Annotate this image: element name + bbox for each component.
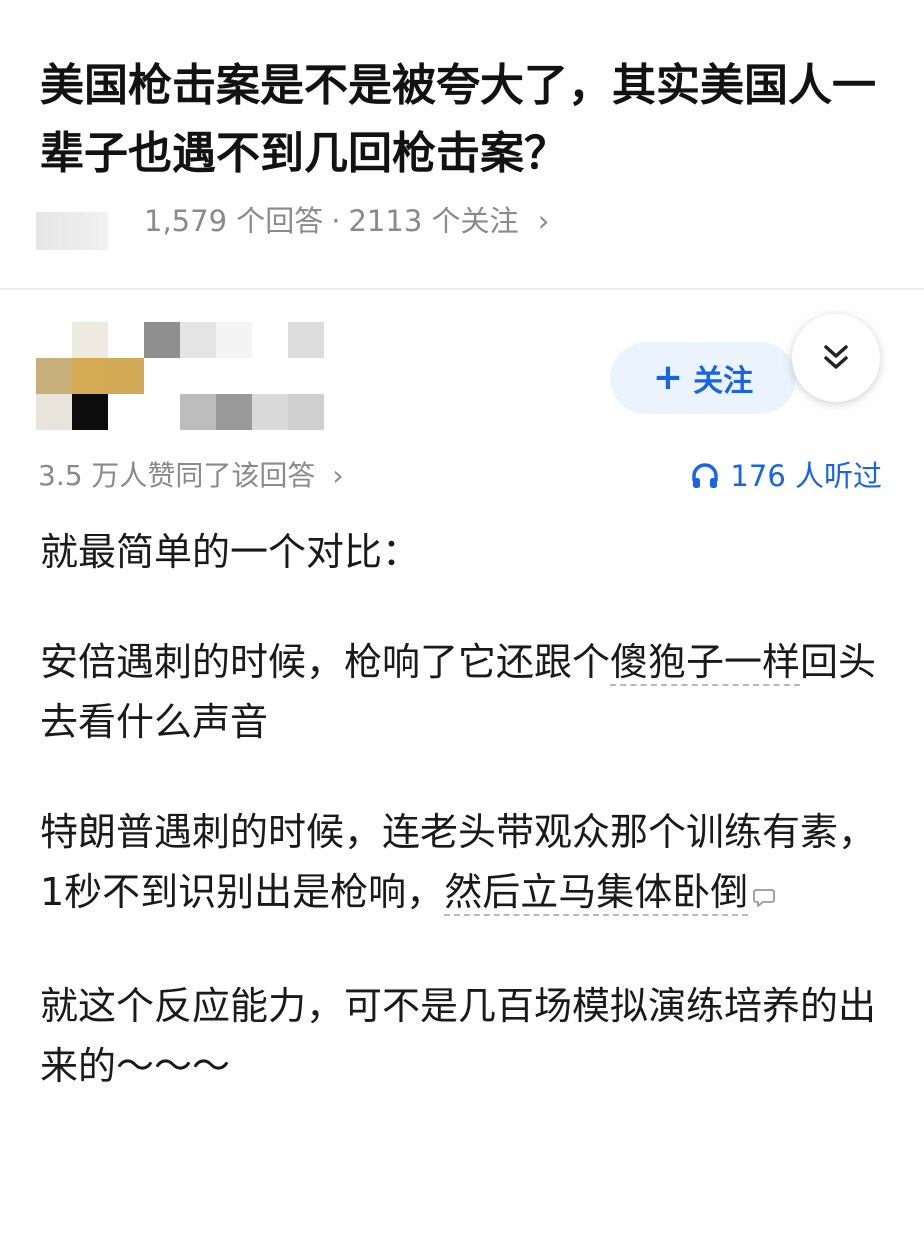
blurred-avatar — [36, 212, 108, 250]
agree-count[interactable]: 3.5 万人赞同了该回答 › — [38, 452, 344, 500]
answer-paragraph: 就这个反应能力，可不是几百场模拟演练培养的出来的～～～ — [40, 984, 877, 1088]
agree-text: 3.5 万人赞同了该回答 — [38, 459, 316, 492]
blurred-author-info[interactable] — [36, 322, 326, 434]
answer-paragraph: 安倍遇刺的时候，枪响了它还跟个傻狍子一样回头去看什么声音 — [40, 632, 890, 752]
follow-button[interactable]: + 关注 — [610, 342, 796, 414]
answer-paragraph: 特朗普遇刺的时候，连老头带观众那个训练有素，1秒不到识别出是枪响，然后立马集体卧… — [40, 802, 890, 926]
headphones-icon — [692, 463, 719, 488]
answer-text: 安倍遇刺的时候，枪响了它还跟个 — [40, 640, 611, 684]
comment-bubble-icon[interactable] — [752, 866, 776, 926]
followers-count: 2113 个关注 — [348, 204, 519, 238]
follow-label: 关注 — [693, 364, 754, 399]
section-divider — [0, 288, 924, 290]
answer-content[interactable]: 就最简单的一个对比： 安倍遇刺的时候，枪响了它还跟个傻狍子一样回头去看什么声音 … — [40, 522, 890, 1096]
question-stats[interactable]: 1,579 个回答 · 2113 个关注 › — [144, 198, 549, 244]
double-chevron-down-icon — [824, 345, 848, 369]
listen-count[interactable]: 176 人听过 — [690, 452, 882, 500]
keyword-link[interactable]: 然后立马集体卧倒 — [444, 870, 749, 916]
listen-text: 176 人听过 — [730, 459, 882, 493]
keyword-link[interactable]: 傻狍子一样 — [610, 640, 801, 686]
answer-meta-row: 3.5 万人赞同了该回答 › 176 人听过 — [38, 452, 884, 500]
plus-icon: + — [652, 357, 684, 398]
answer-paragraph: 就最简单的一个对比： — [40, 530, 421, 574]
chevron-right-icon: › — [332, 459, 344, 492]
stats-separator: · — [331, 204, 341, 238]
chevron-right-icon: › — [537, 204, 550, 238]
answers-count: 1,579 个回答 — [144, 204, 324, 238]
question-title[interactable]: 美国枪击案是不是被夸大了，其实美国人一辈子也遇不到几回枪击案？ — [40, 52, 890, 188]
collapse-button[interactable] — [792, 314, 880, 402]
